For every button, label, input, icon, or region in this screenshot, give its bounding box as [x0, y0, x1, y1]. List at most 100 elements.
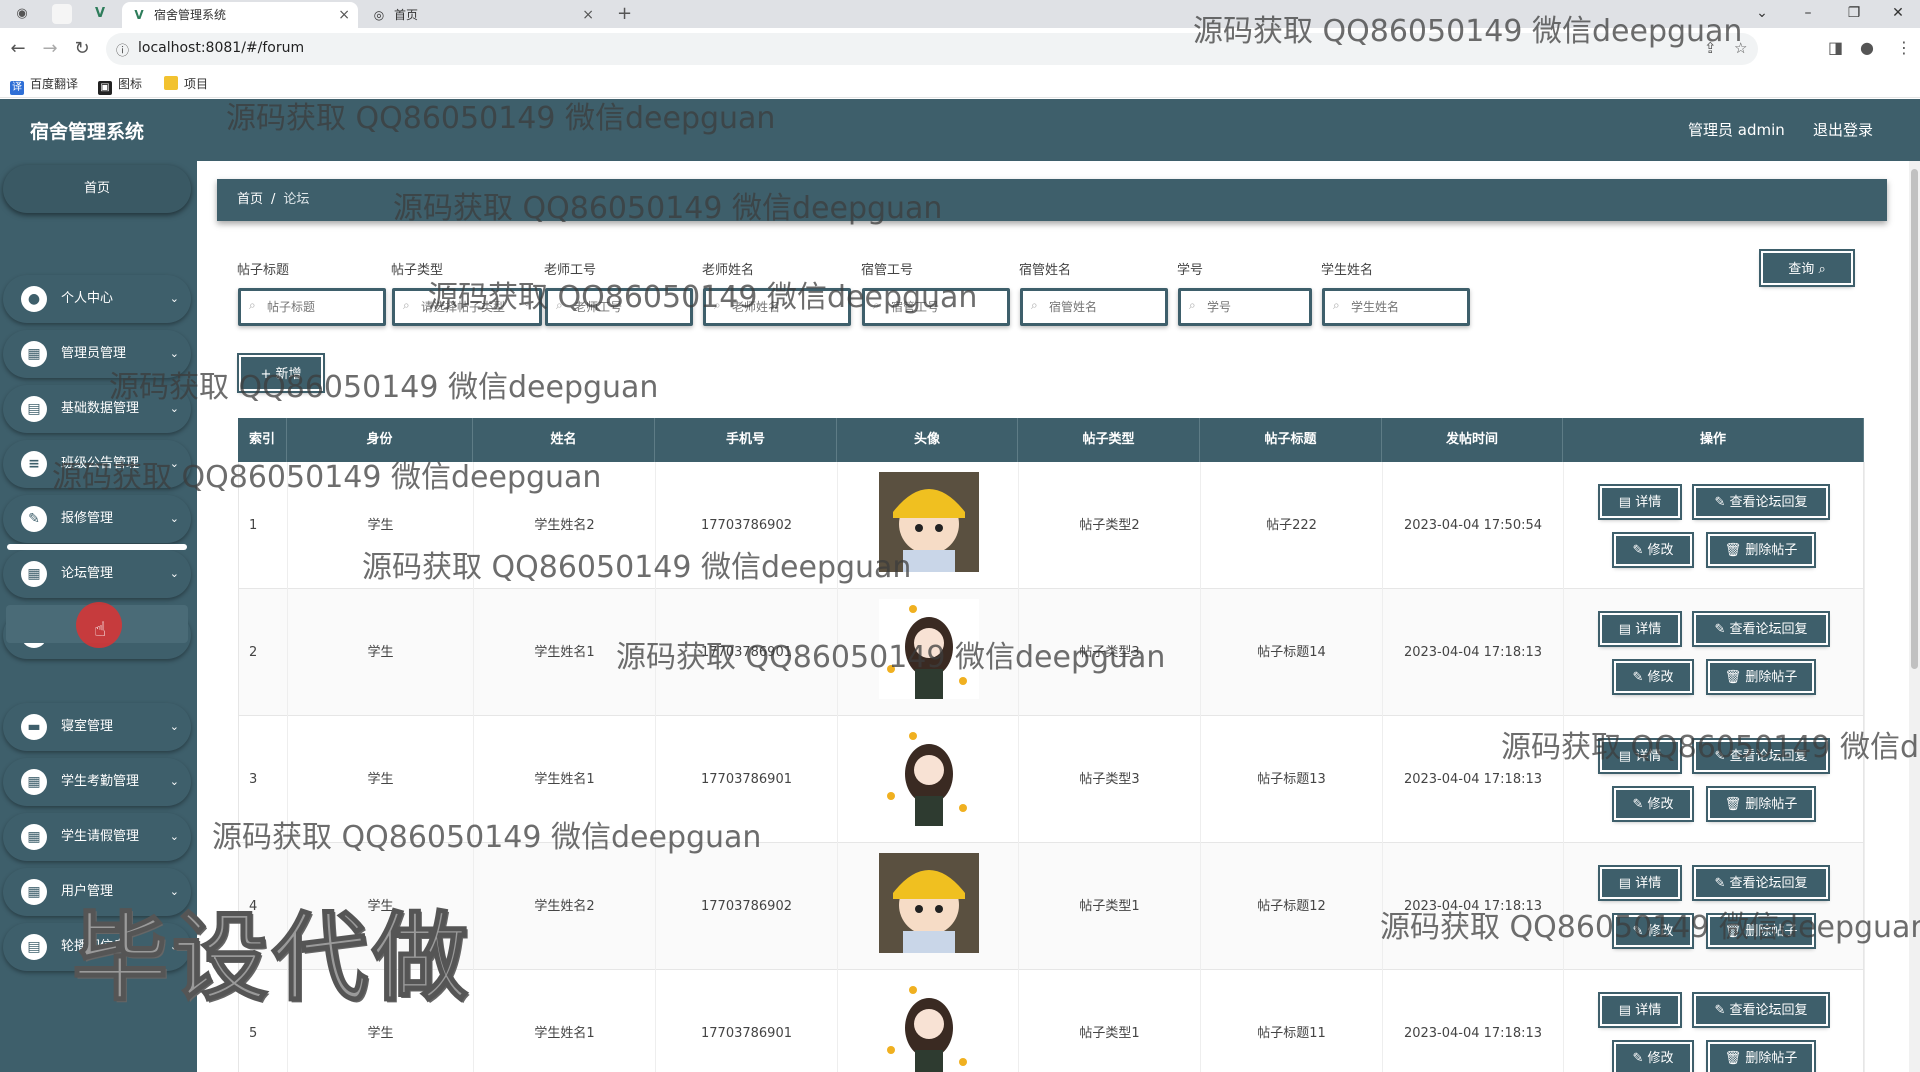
reload-icon[interactable]: ↻: [70, 37, 94, 61]
star-icon[interactable]: ☆: [1734, 39, 1747, 57]
edit-button[interactable]: ✎ 修改: [1612, 659, 1694, 695]
chevron-down-icon[interactable]: ⌄: [1742, 0, 1782, 28]
bookmark-item[interactable]: 译百度翻译: [10, 74, 78, 95]
sidebar-item-home[interactable]: 首页: [3, 165, 191, 213]
detail-button[interactable]: ▤ 详情: [1598, 484, 1682, 520]
post-type-select[interactable]: ⌕⌄: [392, 288, 542, 326]
bookmark-item[interactable]: ▣ 图标: [98, 74, 142, 95]
sidebar-item-label: 寝室管理: [61, 719, 114, 734]
view-reply-button[interactable]: ✎ 查看论坛回复: [1692, 992, 1830, 1028]
window-close-icon[interactable]: ✕: [1878, 0, 1918, 28]
filter-input[interactable]: [1049, 296, 1163, 318]
delete-button[interactable]: 🗑 删除帖子: [1706, 913, 1816, 949]
sidebar-item-2[interactable]: ▦ 管理员管理 ⌄: [3, 330, 191, 378]
share-icon[interactable]: ⇪: [1704, 39, 1717, 57]
sidebar-item-9[interactable]: ▦ 学生考勤管理 ⌄: [3, 758, 191, 806]
sidebar-item-5[interactable]: ✎ 报修管理 ⌄: [3, 495, 191, 543]
sidebar-item-10[interactable]: ▦ 学生请假管理 ⌄: [3, 813, 191, 861]
detail-button-label: 详情: [1635, 1003, 1662, 1018]
sidebar-item-1[interactable]: ● 个人中心 ⌄: [3, 275, 191, 323]
edit-button[interactable]: ✎ 修改: [1612, 1040, 1694, 1072]
filter-input-box[interactable]: ⌕: [1020, 288, 1168, 326]
sidebar-item-11[interactable]: ▦ 用户管理 ⌄: [3, 868, 191, 916]
edit-button-label: 修改: [1647, 797, 1674, 812]
column-header: 帖子类型: [1018, 418, 1200, 462]
detail-button[interactable]: ▤ 详情: [1598, 865, 1682, 901]
view-reply-button[interactable]: ✎ 查看论坛回复: [1692, 484, 1830, 520]
search-button[interactable]: 查询 ⌕: [1759, 249, 1855, 287]
view-reply-button[interactable]: ✎ 查看论坛回复: [1692, 738, 1830, 774]
search-icon: ⌕: [556, 298, 563, 312]
detail-button[interactable]: ▤ 详情: [1598, 992, 1682, 1028]
filter-input[interactable]: [574, 296, 688, 318]
filter-input-box[interactable]: ⌕: [1178, 288, 1312, 326]
info-icon[interactable]: ⓘ: [116, 40, 129, 59]
detail-button[interactable]: ▤ 详情: [1598, 611, 1682, 647]
logout-link[interactable]: 退出登录: [1813, 119, 1873, 140]
tab-home[interactable]: ◎ 首页 ×: [362, 2, 602, 28]
more-icon[interactable]: ⋮: [1896, 38, 1912, 57]
delete-button[interactable]: 🗑 删除帖子: [1706, 1040, 1816, 1072]
filter-input[interactable]: [1207, 296, 1310, 318]
delete-button[interactable]: 🗑 删除帖子: [1706, 786, 1816, 822]
filter-input[interactable]: [1351, 296, 1465, 318]
avatar[interactable]: [879, 726, 979, 826]
url-text[interactable]: localhost:8081/#/forum: [138, 40, 304, 56]
cell-type: 帖子类型3: [1019, 716, 1201, 843]
minimize-icon[interactable]: –: [1788, 0, 1828, 28]
bookmark-item[interactable]: 项目: [164, 74, 208, 94]
table-row: 1 学生 学生姓名2 17703786902 帖子类型2 帖子222 2023-04-04 …: [238, 462, 1865, 589]
delete-button[interactable]: 🗑 删除帖子: [1706, 659, 1816, 695]
bed-icon: ▬: [21, 714, 47, 740]
filter-input-box[interactable]: ⌕: [703, 288, 851, 326]
cell-phone: 17703786901: [656, 970, 838, 1072]
scrollbar-thumb[interactable]: [1911, 169, 1918, 669]
sidebar-item-6[interactable]: ▦ 论坛管理 ⌄: [3, 550, 191, 598]
cell-time: 2023-04-04 17:18:13: [1383, 970, 1564, 1072]
bookmark-label: 图标: [118, 77, 143, 91]
forward-icon[interactable]: →: [38, 37, 62, 61]
filter-input[interactable]: [732, 296, 846, 318]
filter-input-box[interactable]: ⌕: [238, 288, 386, 326]
avatar[interactable]: [879, 472, 979, 572]
view-reply-button[interactable]: ✎ 查看论坛回复: [1692, 865, 1830, 901]
page-scrollbar[interactable]: [1909, 161, 1920, 1072]
avatar[interactable]: [879, 599, 979, 699]
breadcrumb-home[interactable]: 首页: [237, 192, 263, 207]
delete-button[interactable]: 🗑 删除帖子: [1706, 532, 1816, 568]
edit-button[interactable]: ✎ 修改: [1612, 532, 1694, 568]
filter-input[interactable]: [421, 296, 537, 318]
avatar[interactable]: [879, 980, 979, 1072]
sidebar-item-3[interactable]: ▤ 基础数据管理 ⌄: [3, 385, 191, 433]
filter-input[interactable]: [267, 296, 381, 318]
detail-button-label: 详情: [1635, 749, 1662, 764]
blank-tab-icon[interactable]: [52, 4, 72, 24]
sidebar-item-4[interactable]: ≡ 班级公告管理 ⌄: [3, 440, 191, 488]
filter-input-box[interactable]: ⌕: [862, 288, 1010, 326]
filter-input-box[interactable]: ⌕: [1322, 288, 1470, 326]
sidebar-item-8[interactable]: ▬ 寝室管理 ⌄: [3, 703, 191, 751]
profile-icon[interactable]: ●: [1860, 38, 1874, 57]
cell-type: 帖子类型2: [1019, 462, 1201, 589]
close-icon[interactable]: ×: [582, 2, 594, 28]
vue-icon[interactable]: V: [90, 4, 110, 24]
edit-button[interactable]: ✎ 修改: [1612, 786, 1694, 822]
restore-icon[interactable]: ❐: [1834, 0, 1874, 28]
edit-button[interactable]: ✎ 修改: [1612, 913, 1694, 949]
back-icon[interactable]: ←: [6, 37, 30, 61]
close-icon[interactable]: ×: [338, 2, 350, 28]
filter-input[interactable]: [891, 296, 1005, 318]
address-bar[interactable]: ⓘ localhost:8081/#/forum ⇪ ☆: [106, 33, 1758, 65]
filter-input-box[interactable]: ⌕: [545, 288, 693, 326]
add-button[interactable]: + 新增: [237, 353, 325, 393]
avatar[interactable]: [879, 853, 979, 953]
new-tab-icon[interactable]: +: [617, 2, 632, 26]
sidebar-item-12[interactable]: ▤ 轮播图信息 ⌄: [3, 923, 191, 971]
view-reply-button[interactable]: ✎ 查看论坛回复: [1692, 611, 1830, 647]
column-header: 帖子标题: [1200, 418, 1382, 462]
sidepanel-icon[interactable]: ◨: [1828, 38, 1843, 57]
detail-button[interactable]: ▤ 详情: [1598, 738, 1682, 774]
tab-active[interactable]: V 宿舍管理系统 ×: [122, 2, 358, 28]
browser-menu-icon[interactable]: ◉: [12, 4, 32, 24]
cell-phone: 17703786901: [656, 716, 838, 843]
